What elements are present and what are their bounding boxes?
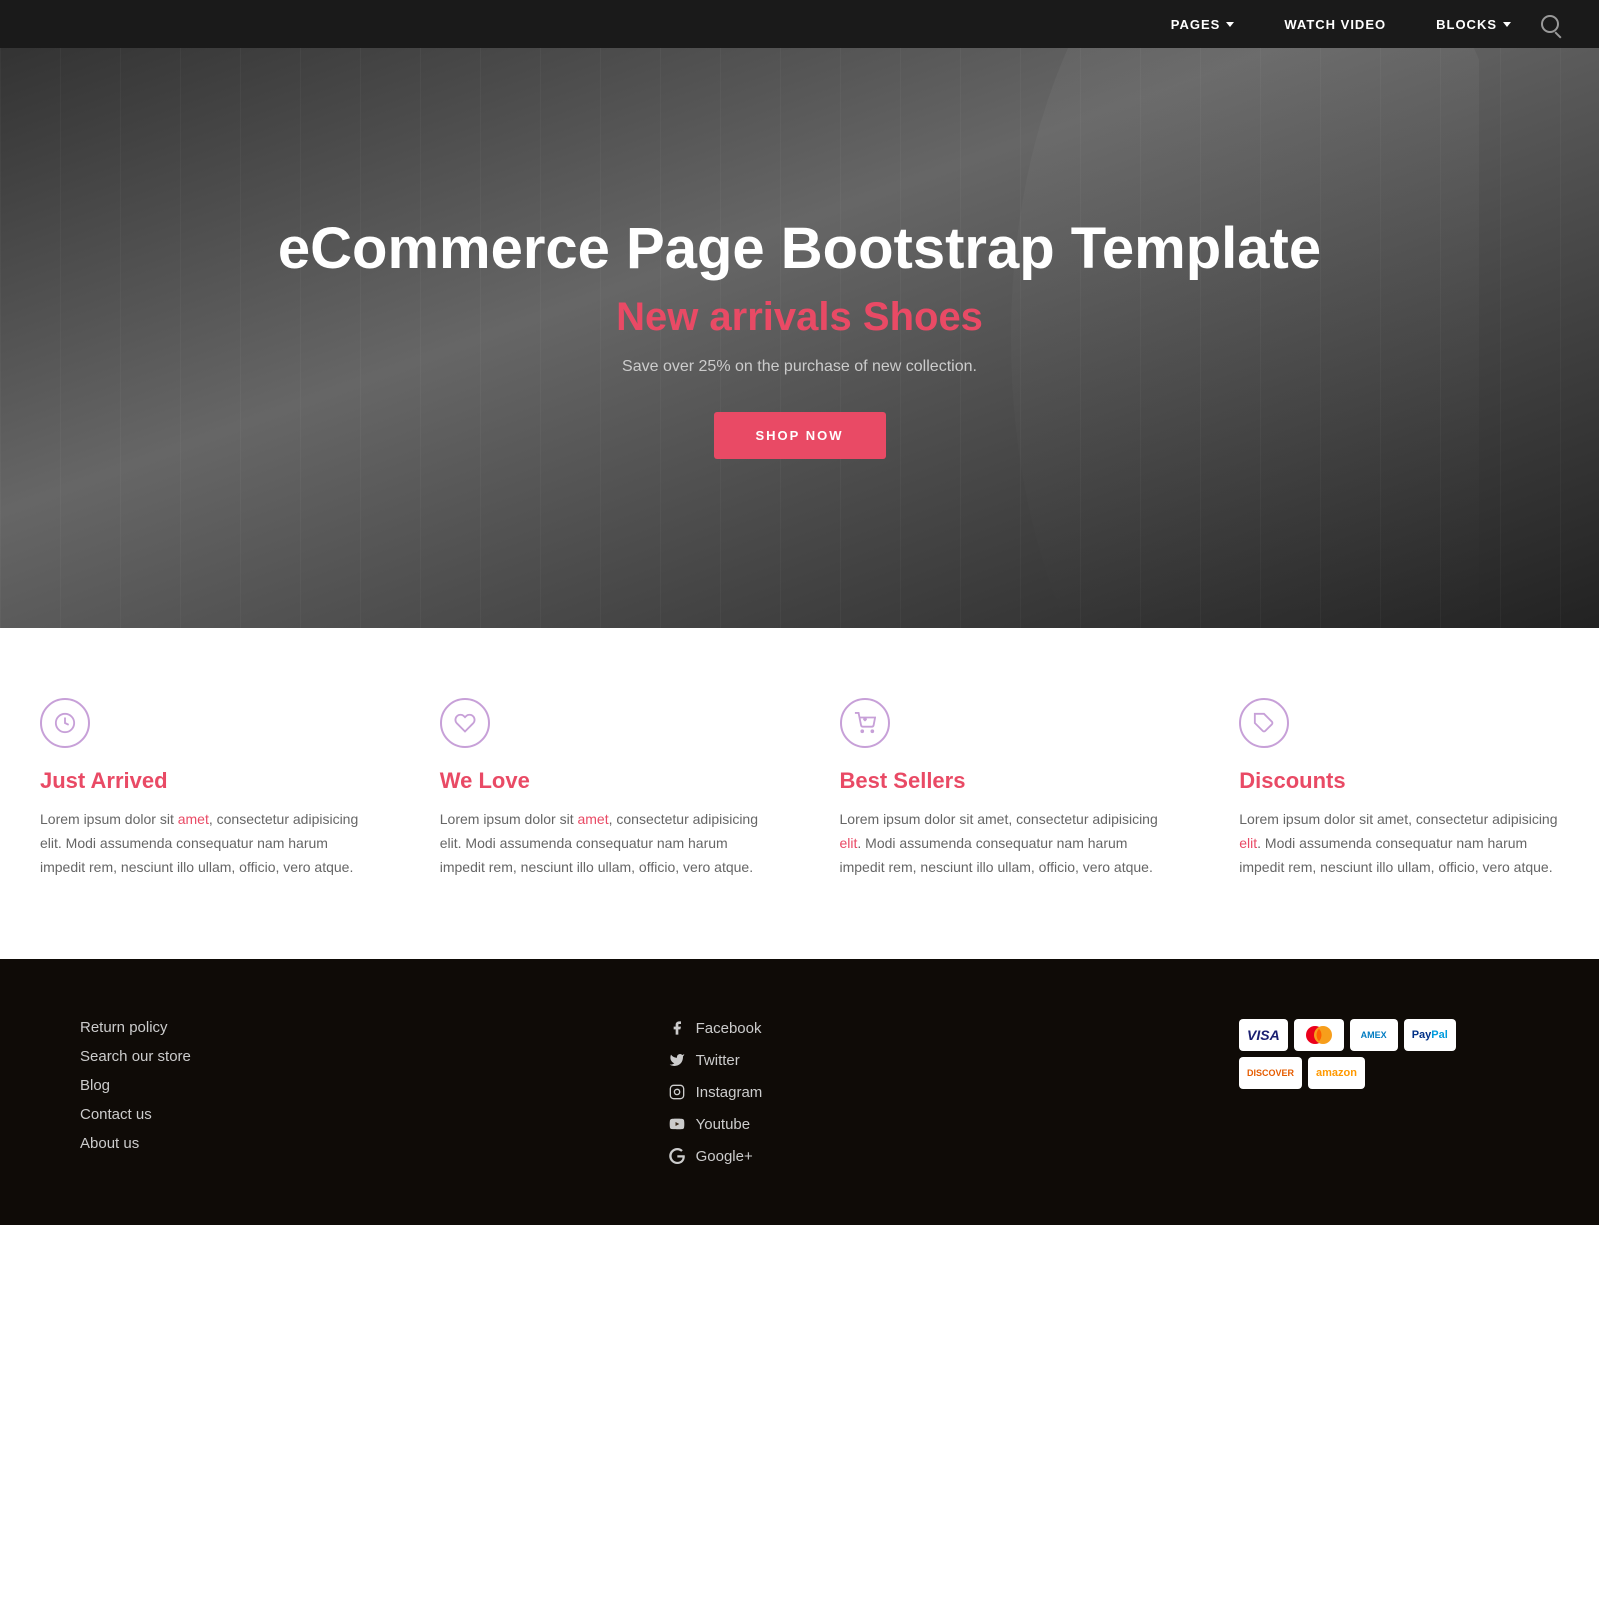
best-sellers-link[interactable]: elit <box>840 835 858 851</box>
facebook-icon <box>668 1019 686 1037</box>
we-love-icon <box>440 698 490 748</box>
shop-now-button[interactable]: SHOP NOW <box>714 412 886 459</box>
googleplus-icon <box>668 1147 686 1165</box>
hero-content: eCommerce Page Bootstrap Template New ar… <box>198 217 1401 459</box>
best-sellers-title: Best Sellers <box>840 768 1160 794</box>
just-arrived-title: Just Arrived <box>40 768 360 794</box>
payment-methods: VISA AMEX PayPal DISCOVER amazon <box>1239 1019 1519 1089</box>
feature-we-love: We Love Lorem ipsum dolor sit amet, cons… <box>400 698 800 879</box>
we-love-title: We Love <box>440 768 760 794</box>
just-arrived-icon <box>40 698 90 748</box>
hero-subtitle: New arrivals Shoes <box>278 295 1321 340</box>
feature-just-arrived: Just Arrived Lorem ipsum dolor sit amet,… <box>0 698 400 879</box>
youtube-icon <box>668 1115 686 1133</box>
payment-amex: AMEX <box>1350 1019 1398 1051</box>
payment-paypal: PayPal <box>1404 1019 1456 1051</box>
footer-link-return-policy[interactable]: Return policy <box>80 1019 191 1036</box>
just-arrived-link[interactable]: amet <box>178 811 209 827</box>
social-facebook[interactable]: Facebook <box>668 1019 763 1037</box>
best-sellers-text: Lorem ipsum dolor sit amet, consectetur … <box>840 808 1160 879</box>
discounts-link[interactable]: elit <box>1239 835 1257 851</box>
payment-amazon: amazon <box>1308 1057 1365 1089</box>
nav-watch-video[interactable]: WATCH VIDEO <box>1264 17 1406 32</box>
footer-link-about[interactable]: About us <box>80 1135 191 1152</box>
we-love-link[interactable]: amet <box>577 811 608 827</box>
footer: Return policy Search our store Blog Cont… <box>0 959 1599 1225</box>
features-section: Just Arrived Lorem ipsum dolor sit amet,… <box>0 628 1599 959</box>
caret-icon <box>1226 22 1234 27</box>
social-youtube[interactable]: Youtube <box>668 1115 763 1133</box>
footer-link-search-store[interactable]: Search our store <box>80 1048 191 1065</box>
search-icon[interactable] <box>1541 15 1559 33</box>
navbar: PAGES WATCH VIDEO BLOCKS <box>0 0 1599 48</box>
payment-visa: VISA <box>1239 1019 1288 1051</box>
just-arrived-text: Lorem ipsum dolor sit amet, consectetur … <box>40 808 360 879</box>
footer-link-blog[interactable]: Blog <box>80 1077 191 1094</box>
hero-description: Save over 25% on the purchase of new col… <box>278 358 1321 376</box>
feature-best-sellers: Best Sellers Lorem ipsum dolor sit amet,… <box>800 698 1200 879</box>
hero-section: eCommerce Page Bootstrap Template New ar… <box>0 48 1599 628</box>
instagram-icon <box>668 1083 686 1101</box>
nav-pages[interactable]: PAGES <box>1151 17 1255 32</box>
nav-blocks[interactable]: BLOCKS <box>1416 17 1531 32</box>
discounts-text: Lorem ipsum dolor sit amet, consectetur … <box>1239 808 1559 879</box>
feature-discounts: Discounts Lorem ipsum dolor sit amet, co… <box>1199 698 1599 879</box>
caret-icon <box>1503 22 1511 27</box>
payment-discover: DISCOVER <box>1239 1057 1302 1089</box>
payment-mastercard <box>1294 1019 1344 1051</box>
best-sellers-icon <box>840 698 890 748</box>
discounts-title: Discounts <box>1239 768 1559 794</box>
discounts-icon <box>1239 698 1289 748</box>
hero-title: eCommerce Page Bootstrap Template <box>278 217 1321 281</box>
footer-social-column: Facebook Twitter Instagram <box>668 1019 763 1165</box>
social-twitter[interactable]: Twitter <box>668 1051 763 1069</box>
we-love-text: Lorem ipsum dolor sit amet, consectetur … <box>440 808 760 879</box>
social-instagram[interactable]: Instagram <box>668 1083 763 1101</box>
twitter-icon <box>668 1051 686 1069</box>
social-googleplus[interactable]: Google+ <box>668 1147 763 1165</box>
footer-links-column: Return policy Search our store Blog Cont… <box>80 1019 191 1152</box>
footer-link-contact[interactable]: Contact us <box>80 1106 191 1123</box>
